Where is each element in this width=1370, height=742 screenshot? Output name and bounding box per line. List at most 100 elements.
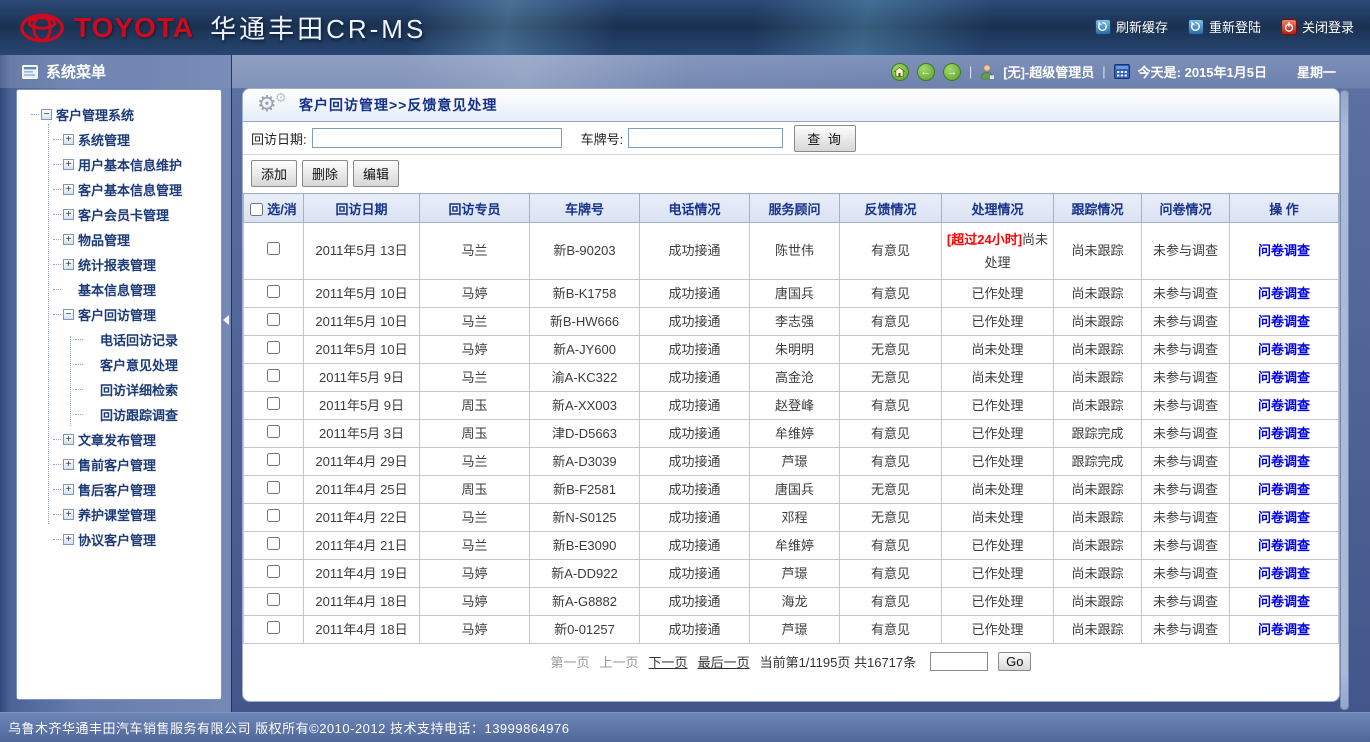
expander-icon[interactable]: + <box>63 434 74 445</box>
menu-item-label[interactable]: 基本信息管理 <box>78 280 156 299</box>
delete-button[interactable]: 删除 <box>302 160 348 187</box>
menu-item[interactable]: 回访跟踪调查 <box>19 402 219 427</box>
expander-icon[interactable]: + <box>63 234 74 245</box>
cell-feedback: 无意见 <box>840 504 942 532</box>
row-checkbox[interactable] <box>267 509 280 522</box>
survey-link[interactable]: 问卷调查 <box>1258 482 1310 497</box>
menu-item-label[interactable]: 售前客户管理 <box>78 455 156 474</box>
menu-item[interactable]: 回访详细检索 <box>19 377 219 402</box>
row-checkbox[interactable] <box>267 369 280 382</box>
survey-link[interactable]: 问卷调查 <box>1258 594 1310 609</box>
expander-icon[interactable]: − <box>41 109 52 120</box>
menu-item[interactable]: − 客户管理系统 <box>19 102 219 127</box>
scrollbar[interactable] <box>1340 90 1349 710</box>
expander-icon[interactable]: + <box>63 259 74 270</box>
menu-item[interactable]: + 系统管理 <box>19 127 219 152</box>
row-checkbox[interactable] <box>267 285 280 298</box>
survey-link[interactable]: 问卷调查 <box>1258 426 1310 441</box>
menu-item[interactable]: + 客户基本信息管理 <box>19 177 219 202</box>
refresh-cache-button[interactable]: 刷新缓存 <box>1095 17 1168 36</box>
go-button[interactable]: Go <box>998 652 1031 671</box>
menu-item[interactable]: + 客户会员卡管理 <box>19 202 219 227</box>
next-page-link[interactable]: 下一页 <box>649 652 688 671</box>
menu-item[interactable]: + 文章发布管理 <box>19 427 219 452</box>
menu-item[interactable]: + 售前客户管理 <box>19 452 219 477</box>
row-checkbox[interactable] <box>267 313 280 326</box>
menu-item-label[interactable]: 客户管理系统 <box>56 105 134 124</box>
menu-item-label[interactable]: 养护课堂管理 <box>78 505 156 524</box>
select-all-checkbox[interactable] <box>250 203 263 216</box>
expander-icon[interactable]: + <box>63 459 74 470</box>
row-checkbox[interactable] <box>267 341 280 354</box>
menu-item-label[interactable]: 协议客户管理 <box>78 530 156 549</box>
menu-item[interactable]: + 用户基本信息维护 <box>19 152 219 177</box>
visit-date-input[interactable] <box>312 128 562 148</box>
row-checkbox[interactable] <box>267 565 280 578</box>
goto-page-input[interactable] <box>930 652 988 671</box>
row-checkbox[interactable] <box>267 537 280 550</box>
menu-item[interactable]: + 售后客户管理 <box>19 477 219 502</box>
survey-link[interactable]: 问卷调查 <box>1258 286 1310 301</box>
menu-item[interactable]: + 统计报表管理 <box>19 252 219 277</box>
add-button[interactable]: 添加 <box>251 160 297 187</box>
row-checkbox[interactable] <box>267 453 280 466</box>
menu-item[interactable]: + 物品管理 <box>19 227 219 252</box>
survey-link[interactable]: 问卷调查 <box>1258 342 1310 357</box>
last-page-link[interactable]: 最后一页 <box>698 652 750 671</box>
menu-item-label[interactable]: 售后客户管理 <box>78 480 156 499</box>
plate-input[interactable] <box>628 128 783 148</box>
survey-link[interactable]: 问卷调查 <box>1258 370 1310 385</box>
expander-icon[interactable]: + <box>63 159 74 170</box>
expander-icon[interactable]: + <box>63 209 74 220</box>
menu-item-label[interactable]: 客户会员卡管理 <box>78 205 169 224</box>
survey-link[interactable]: 问卷调查 <box>1258 510 1310 525</box>
menu-item[interactable]: 客户意见处理 <box>19 352 219 377</box>
menu-item-label[interactable]: 客户意见处理 <box>100 355 178 374</box>
cell-action: 问卷调查 <box>1230 448 1339 476</box>
menu-item-label[interactable]: 回访跟踪调查 <box>100 405 178 424</box>
row-checkbox[interactable] <box>267 621 280 634</box>
row-checkbox[interactable] <box>267 593 280 606</box>
forward-icon[interactable]: → <box>943 63 961 81</box>
menu-item-label[interactable]: 客户基本信息管理 <box>78 180 182 199</box>
row-checkbox[interactable] <box>267 397 280 410</box>
menu-item-label[interactable]: 统计报表管理 <box>78 255 156 274</box>
survey-link[interactable]: 问卷调查 <box>1258 454 1310 469</box>
edit-button[interactable]: 编辑 <box>353 160 399 187</box>
relogin-button[interactable]: 重新登陆 <box>1188 17 1261 36</box>
expander-icon[interactable]: − <box>63 309 74 320</box>
home-icon[interactable] <box>891 63 909 81</box>
expander-icon[interactable]: + <box>63 509 74 520</box>
menu-item-label[interactable]: 回访详细检索 <box>100 380 178 399</box>
cell-action: 问卷调查 <box>1230 504 1339 532</box>
expander-icon[interactable]: + <box>63 184 74 195</box>
survey-link[interactable]: 问卷调查 <box>1258 538 1310 553</box>
menu-item[interactable]: + 协议客户管理 <box>19 527 219 552</box>
query-button[interactable]: 查 询 <box>794 125 856 152</box>
survey-link[interactable]: 问卷调查 <box>1258 314 1310 329</box>
menu-item-label[interactable]: 电话回访记录 <box>100 330 178 349</box>
logout-button[interactable]: 关闭登录 <box>1281 17 1354 36</box>
sidebar-collapse-handle[interactable] <box>222 307 230 333</box>
menu-item-label[interactable]: 系统管理 <box>78 130 130 149</box>
survey-link[interactable]: 问卷调查 <box>1258 243 1310 258</box>
menu-item-label[interactable]: 物品管理 <box>78 230 130 249</box>
expander-icon[interactable]: + <box>63 534 74 545</box>
menu-item[interactable]: + 养护课堂管理 <box>19 502 219 527</box>
row-checkbox[interactable] <box>267 481 280 494</box>
row-checkbox[interactable] <box>267 425 280 438</box>
survey-link[interactable]: 问卷调查 <box>1258 622 1310 637</box>
cell-track: 尚未跟踪 <box>1054 532 1142 560</box>
expander-icon[interactable]: + <box>63 484 74 495</box>
menu-item[interactable]: 基本信息管理 <box>19 277 219 302</box>
row-checkbox[interactable] <box>267 242 280 255</box>
menu-item-label[interactable]: 客户回访管理 <box>78 305 156 324</box>
back-icon[interactable]: ← <box>917 63 935 81</box>
survey-link[interactable]: 问卷调查 <box>1258 398 1310 413</box>
menu-item-label[interactable]: 文章发布管理 <box>78 430 156 449</box>
survey-link[interactable]: 问卷调查 <box>1258 566 1310 581</box>
menu-item[interactable]: − 客户回访管理 <box>19 302 219 327</box>
expander-icon[interactable]: + <box>63 134 74 145</box>
menu-item[interactable]: 电话回访记录 <box>19 327 219 352</box>
menu-item-label[interactable]: 用户基本信息维护 <box>78 155 182 174</box>
